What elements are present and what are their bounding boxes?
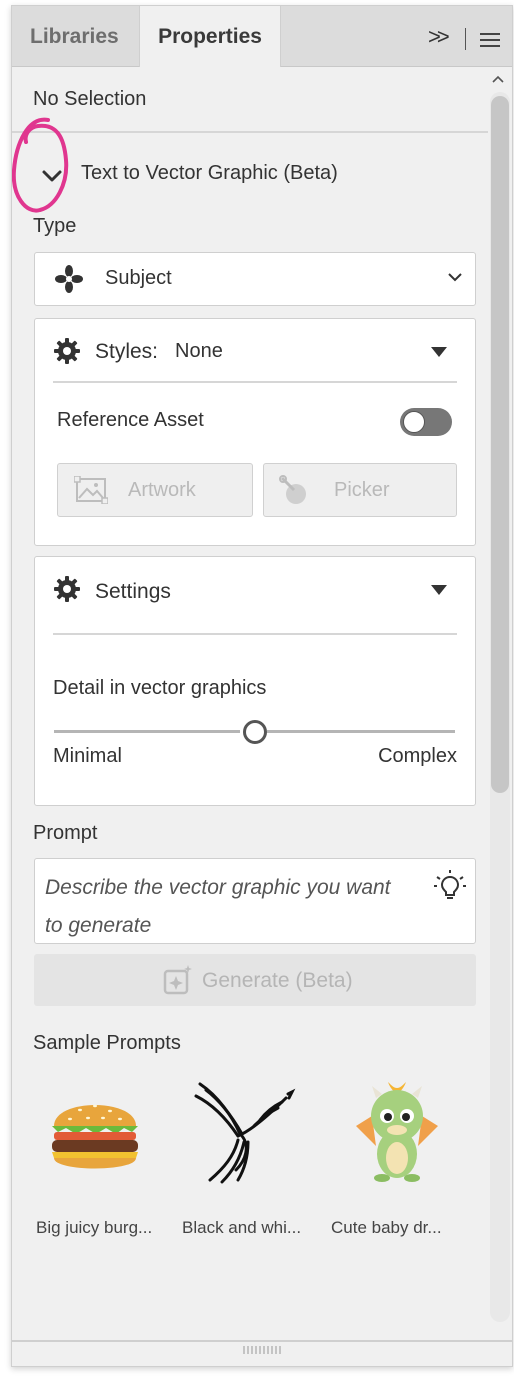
tab-properties[interactable]: Properties bbox=[139, 6, 281, 67]
reference-asset-toggle[interactable] bbox=[400, 408, 452, 436]
artwork-label: Artwork bbox=[128, 479, 196, 501]
burger-icon[interactable] bbox=[40, 1076, 150, 1186]
subject-icon bbox=[55, 265, 83, 293]
tab-bar: Libraries Properties >> bbox=[12, 6, 512, 67]
chevron-down-icon bbox=[448, 273, 462, 282]
settings-divider bbox=[53, 633, 457, 635]
styles-divider bbox=[53, 381, 457, 383]
slider-track-left[interactable] bbox=[54, 730, 240, 733]
prompt-input[interactable]: Describe the vector graphic you want to … bbox=[34, 858, 476, 944]
prompt-label: Prompt bbox=[33, 822, 98, 844]
chevron-down-icon[interactable] bbox=[40, 166, 64, 186]
sample-caption: Cute baby dr... bbox=[331, 1218, 442, 1237]
hamburger-icon[interactable] bbox=[480, 33, 500, 47]
settings-title: Settings bbox=[95, 580, 171, 603]
slider-max-label: Complex bbox=[378, 745, 457, 767]
divider bbox=[12, 131, 488, 133]
type-label: Type bbox=[33, 215, 77, 237]
styles-value[interactable]: None bbox=[175, 340, 223, 363]
double-chevron-right-icon[interactable]: >> bbox=[428, 24, 450, 50]
detail-slider-thumb[interactable] bbox=[243, 720, 267, 744]
scrollbar-thumb[interactable] bbox=[491, 96, 509, 793]
caret-down-icon[interactable] bbox=[431, 347, 447, 357]
slider-min-label: Minimal bbox=[53, 745, 122, 767]
settings-box: Settings Detail in vector graphics Minim… bbox=[34, 556, 476, 806]
scroll-up-icon[interactable] bbox=[490, 72, 506, 86]
lightbulb-icon[interactable] bbox=[433, 869, 467, 903]
samples-title: Sample Prompts bbox=[33, 1032, 181, 1054]
tab-libraries[interactable]: Libraries bbox=[30, 6, 119, 66]
generate-sparkle-icon bbox=[163, 965, 192, 995]
dragon-icon[interactable] bbox=[342, 1076, 452, 1186]
artwork-button[interactable]: Artwork bbox=[57, 463, 253, 517]
detail-label: Detail in vector graphics bbox=[53, 677, 267, 699]
panel-bottom-divider bbox=[12, 1340, 512, 1342]
prompt-placeholder: Describe the vector graphic you want to … bbox=[45, 876, 391, 937]
section-title[interactable]: Text to Vector Graphic (Beta) bbox=[81, 162, 338, 185]
generate-label: Generate (Beta) bbox=[202, 969, 353, 992]
bird-icon[interactable] bbox=[188, 1076, 298, 1186]
gear-icon bbox=[54, 576, 80, 602]
generate-button[interactable]: Generate (Beta) bbox=[34, 954, 476, 1006]
eyedropper-icon bbox=[279, 475, 306, 504]
resize-grip-icon[interactable] bbox=[242, 1346, 282, 1354]
picker-button[interactable]: Picker bbox=[263, 463, 457, 517]
slider-track-right[interactable] bbox=[267, 730, 455, 733]
artwork-icon bbox=[74, 476, 108, 504]
selection-label: No Selection bbox=[33, 88, 147, 110]
sample-caption: Black and whi... bbox=[182, 1218, 302, 1237]
gear-icon bbox=[54, 338, 80, 364]
type-dropdown[interactable]: Subject bbox=[34, 252, 476, 306]
type-value: Subject bbox=[105, 267, 172, 289]
tab-separator bbox=[465, 28, 466, 50]
properties-panel: Libraries Properties >> No Selection Tex… bbox=[11, 5, 513, 1367]
reference-asset-label: Reference Asset bbox=[57, 409, 204, 431]
caret-down-icon[interactable] bbox=[431, 585, 447, 595]
styles-label: Styles: bbox=[95, 340, 159, 363]
picker-label: Picker bbox=[334, 479, 390, 501]
sample-caption: Big juicy burg... bbox=[36, 1218, 153, 1237]
